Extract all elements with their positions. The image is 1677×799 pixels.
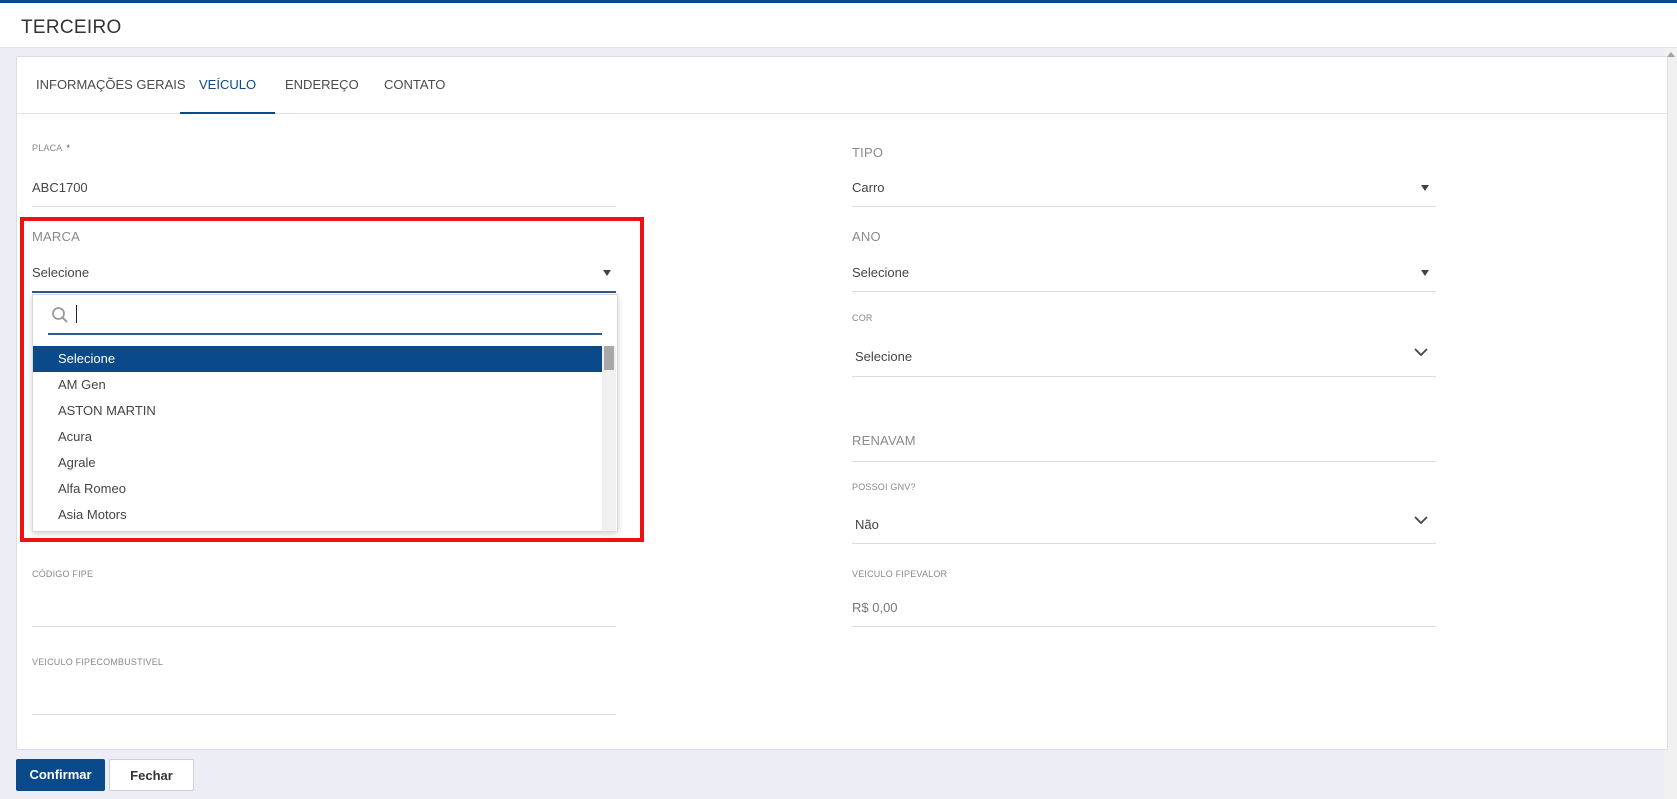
tab-veiculo[interactable]: VEÍCULO — [180, 57, 276, 114]
tab-informacoes-gerais[interactable]: INFORMAÇÕES GERAIS — [36, 57, 186, 113]
fipe-combustivel-underline — [32, 714, 616, 715]
codigo-fipe-label: CÓDIGO FIPE — [32, 569, 94, 579]
page-header: TERCEIRO — [0, 3, 1677, 48]
codigo-fipe-underline — [32, 626, 616, 627]
close-button[interactable]: Fechar — [109, 759, 194, 791]
page-title: TERCEIRO — [21, 17, 122, 38]
tab-contato[interactable]: CONTATO — [384, 57, 445, 113]
placa-label: PLACA * — [32, 143, 71, 153]
renavam-input[interactable]: RENAVAM — [852, 433, 916, 448]
cor-select[interactable]: Selecione — [855, 349, 912, 364]
tipo-label: TIPO — [852, 145, 884, 160]
cor-chevron-down-icon[interactable] — [1414, 347, 1428, 357]
tipo-underline — [852, 206, 1436, 207]
placa-input[interactable]: ABC1700 — [32, 180, 88, 195]
tipo-select[interactable]: Carro — [852, 180, 885, 195]
renavam-underline — [852, 461, 1436, 462]
ano-underline — [852, 291, 1436, 292]
ano-label: ANO — [852, 229, 881, 244]
gnv-select[interactable]: Não — [855, 517, 879, 532]
marca-highlight-box — [20, 217, 644, 542]
cor-label: COR — [852, 313, 873, 323]
confirm-button[interactable]: Confirmar — [16, 759, 105, 791]
fipe-valor-underline — [852, 626, 1436, 627]
gnv-label: POSSOI GNV? — [852, 482, 916, 492]
tab-bar: INFORMAÇÕES GERAIS VEÍCULO ENDEREÇO CONT… — [17, 57, 1667, 114]
tipo-caret-down-icon[interactable] — [1421, 185, 1429, 191]
tab-endereco[interactable]: ENDEREÇO — [285, 57, 359, 113]
ano-caret-down-icon[interactable] — [1421, 270, 1429, 276]
fipe-valor-label: VEICULO FIPEVALOR — [852, 569, 948, 579]
required-mark: * — [66, 143, 71, 153]
fipe-valor-value: R$ 0,00 — [852, 600, 898, 615]
placa-underline — [32, 206, 616, 207]
scroll-up-arrow-icon[interactable] — [1667, 52, 1675, 57]
gnv-underline — [852, 543, 1436, 544]
cor-underline — [852, 376, 1436, 377]
gnv-chevron-down-icon[interactable] — [1414, 515, 1428, 525]
ano-select[interactable]: Selecione — [852, 265, 909, 280]
fipe-combustivel-label: VEICULO FIPECOMBUSTIVEL — [32, 657, 164, 667]
